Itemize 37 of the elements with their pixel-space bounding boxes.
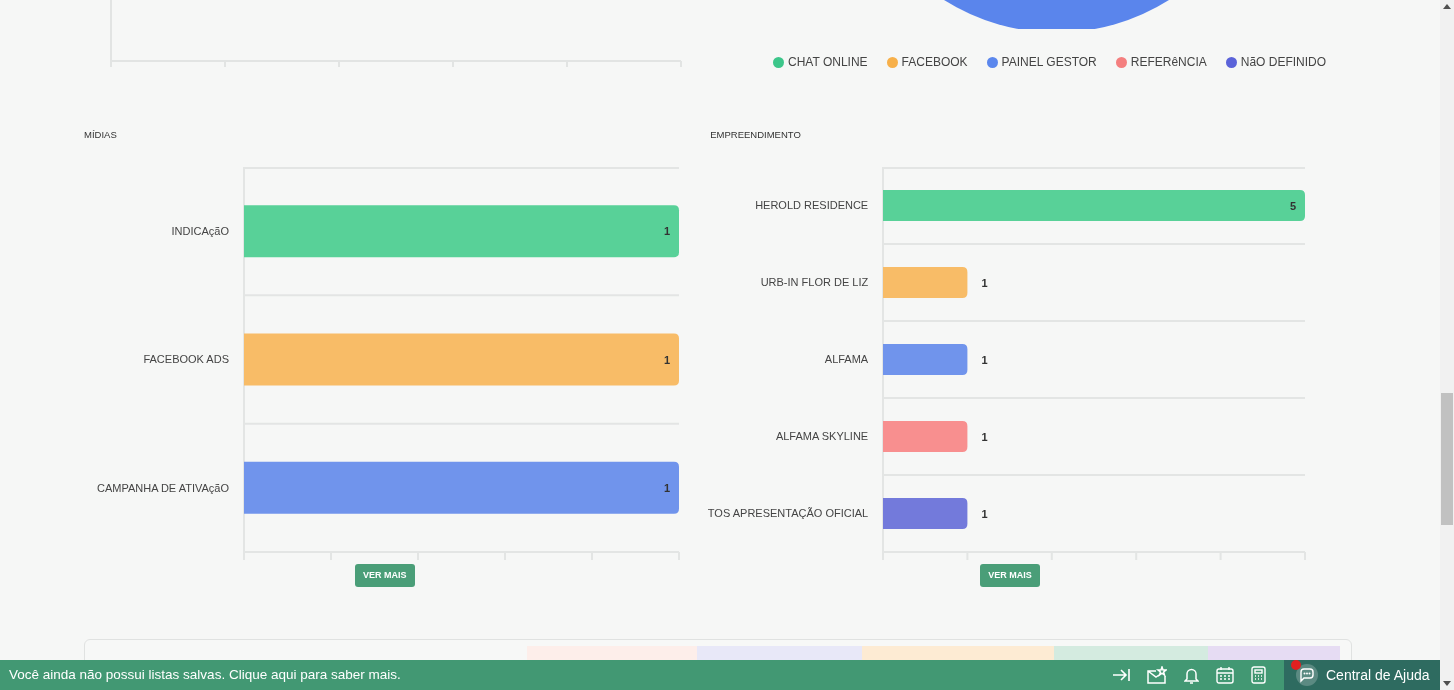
legend-label: FACEBOOK <box>901 54 968 71</box>
chat-bubble-icon <box>1296 664 1318 686</box>
chart-title: EMPREENDIMENTO <box>710 128 802 142</box>
legend-label: NãO DEFINIDO <box>1240 54 1327 71</box>
value-label: 1 <box>981 507 988 520</box>
help-center-button[interactable]: Central de Ajuda <box>1284 660 1440 690</box>
envelope-star-icon[interactable] <box>1147 666 1167 684</box>
axis-label: HEROLD RESIDENCE <box>755 198 869 214</box>
value-label: 1 <box>981 353 988 366</box>
scroll-down-icon[interactable] <box>1443 681 1451 686</box>
axis-label: URB-IN FLOR DE LIZ <box>760 275 869 291</box>
axis-label: ALFAMA <box>824 352 869 368</box>
legend-label: PAINEL GESTOR <box>1001 54 1097 71</box>
axis-label: TOS APRESENTAÇÃO OFICIAL <box>707 506 869 522</box>
value-label: 1 <box>664 225 671 238</box>
chart-title: MÍDIAS <box>84 128 118 142</box>
value-label: 1 <box>981 430 988 443</box>
see-more-button[interactable]: VER MAIS <box>355 564 415 587</box>
scrollbar[interactable] <box>1440 0 1454 690</box>
scroll-up-icon[interactable] <box>1443 4 1451 9</box>
axis-label: FACEBOOK ADS <box>143 352 229 368</box>
axis-label: CAMPANHA DE ATIVAçãO <box>96 480 229 496</box>
calendar-icon[interactable] <box>1216 666 1234 684</box>
value-label: 1 <box>981 276 988 289</box>
scrollbar-thumb[interactable] <box>1441 393 1453 525</box>
value-label: 1 <box>664 481 671 494</box>
value-label: 5 <box>1290 199 1297 212</box>
calculator-icon[interactable] <box>1251 666 1266 684</box>
saved-lists-link[interactable]: Você ainda não possui listas salvas. Clique aqui para saber mais. <box>9 664 401 686</box>
see-more-button[interactable]: VER MAIS <box>980 564 1040 587</box>
legend-label: CHAT ONLINE <box>788 54 868 71</box>
axis-label: ALFAMA SKYLINE <box>775 429 869 445</box>
arrow-to-line-icon[interactable] <box>1112 668 1130 682</box>
axis-label: INDICAçãO <box>171 223 229 239</box>
legend-label: REFERêNCIA <box>1130 54 1207 71</box>
value-label: 1 <box>664 353 671 366</box>
bell-icon[interactable] <box>1184 666 1199 684</box>
